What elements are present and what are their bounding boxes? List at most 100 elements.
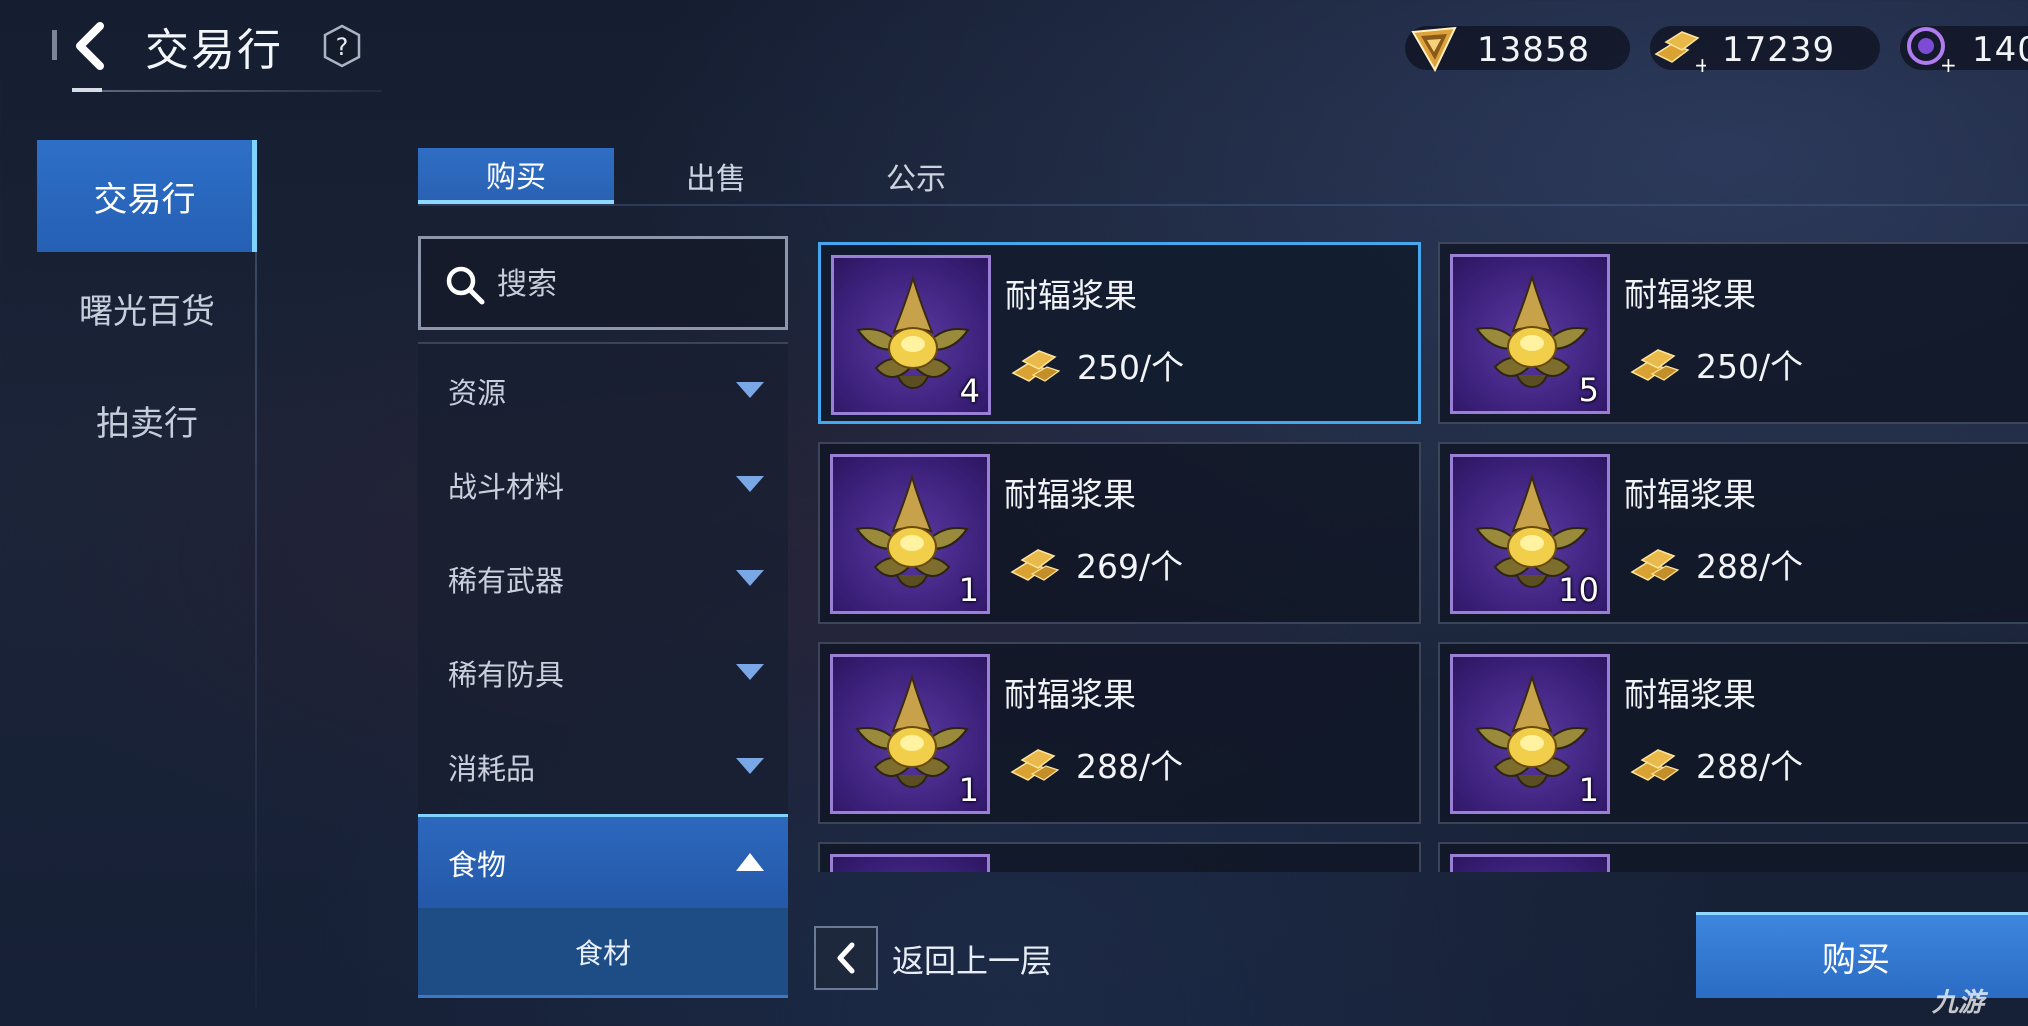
chevron-left-icon xyxy=(837,942,855,974)
expand-triangle-icon xyxy=(736,382,764,398)
currency-gold[interactable]: + 17239 xyxy=(1650,26,1880,76)
item-name: 耐辐浆果 xyxy=(1004,675,1136,714)
item-thumbnail: 1 xyxy=(830,654,990,814)
gold-bars-icon: + xyxy=(1654,31,1706,76)
help-icon[interactable]: ? xyxy=(322,24,362,68)
help-symbol: ? xyxy=(336,33,349,61)
svg-text:+: + xyxy=(1940,53,1956,76)
top-bar: 交易行 ? 13858 + 17239 + 140 xyxy=(0,0,2028,100)
expand-triangle-icon xyxy=(736,664,764,680)
expand-triangle-icon xyxy=(736,570,764,586)
tab-buy[interactable]: 购买 xyxy=(418,148,614,204)
category-label: 消耗品 xyxy=(448,752,536,786)
berry-icon xyxy=(1467,671,1597,801)
category-label: 稀有防具 xyxy=(448,658,565,692)
item-quantity: 1 xyxy=(958,771,979,809)
gold-bars-icon xyxy=(1628,344,1682,388)
listing-card[interactable]: 5 耐辐浆果 250/个 xyxy=(1438,242,2028,424)
category-panel: 资源 战斗材料 稀有武器 稀有防具 消耗品 食物 食材 xyxy=(418,342,788,998)
back-level-label[interactable]: 返回上一层 xyxy=(892,936,1052,982)
item-thumbnail: 4 xyxy=(831,255,991,415)
listing-card[interactable]: 10 耐辐浆果 288/个 xyxy=(1438,442,2028,624)
triangle-crystal-icon xyxy=(1411,26,1457,73)
tab-announce[interactable]: 公示 xyxy=(818,148,1014,204)
listing-card[interactable]: 1 耐辐浆果 288/个 xyxy=(1438,642,2028,824)
search-input[interactable] xyxy=(497,257,767,311)
item-quantity: 4 xyxy=(959,372,980,410)
header-underline-mark xyxy=(72,88,102,92)
left-nav: 交易行 曙光百货 拍卖行 xyxy=(37,138,257,1026)
back-level-button[interactable] xyxy=(814,926,878,990)
svg-text:+: + xyxy=(1694,53,1706,76)
item-thumbnail xyxy=(830,854,990,872)
berry-icon xyxy=(847,471,977,601)
item-name: 耐辐浆果 xyxy=(1004,475,1136,514)
item-price: 288/个 xyxy=(1076,747,1184,786)
listing-card-partial[interactable] xyxy=(818,842,1421,872)
category-food[interactable]: 食物 xyxy=(418,814,788,908)
listing-grid: 4 耐辐浆果 250/个 5 耐辐浆果 250/个 1 耐辐浆果 269/个 1… xyxy=(818,242,2028,872)
category-consumables[interactable]: 消耗品 xyxy=(418,720,788,814)
expand-triangle-icon xyxy=(736,758,764,774)
nav-item-trading-house[interactable]: 交易行 xyxy=(37,140,257,252)
gold-bars-icon xyxy=(1628,544,1682,588)
tab-bar: 购买 出售 公示 xyxy=(418,148,2028,206)
subcategory-ingredients[interactable]: 食材 xyxy=(418,908,788,998)
chevron-left-icon xyxy=(76,22,104,70)
gold-bars-icon xyxy=(1628,744,1682,788)
category-combat-materials[interactable]: 战斗材料 xyxy=(418,438,788,532)
tab-bar-underline xyxy=(418,204,2028,206)
berry-icon xyxy=(848,272,978,402)
berry-icon xyxy=(847,671,977,801)
search-box[interactable] xyxy=(418,236,788,330)
item-thumbnail xyxy=(1450,854,1610,872)
category-label: 资源 xyxy=(448,376,507,410)
listing-card[interactable]: 1 耐辐浆果 269/个 xyxy=(818,442,1421,624)
purple-orb-icon: + xyxy=(1907,27,1956,76)
collapse-triangle-icon xyxy=(736,853,764,871)
gold-bars-icon xyxy=(1008,744,1062,788)
search-icon xyxy=(446,266,485,305)
nav-item-dawn-store[interactable]: 曙光百货 xyxy=(37,252,257,364)
item-thumbnail: 1 xyxy=(830,454,990,614)
item-name: 耐辐浆果 xyxy=(1005,276,1137,315)
item-price: 250/个 xyxy=(1696,347,1804,386)
item-quantity: 5 xyxy=(1578,371,1599,409)
item-name: 耐辐浆果 xyxy=(1624,675,1756,714)
header-underline xyxy=(72,90,382,92)
item-thumbnail: 1 xyxy=(1450,654,1610,814)
item-price: 288/个 xyxy=(1696,547,1804,586)
item-price: 250/个 xyxy=(1077,348,1185,387)
item-name: 耐辐浆果 xyxy=(1624,475,1756,514)
currency-crystal[interactable]: 13858 xyxy=(1405,26,1630,73)
currency-orb-value: 140 xyxy=(1972,30,2028,70)
gold-bars-icon xyxy=(1008,544,1062,588)
header-edge-mark xyxy=(52,30,57,60)
currency-crystal-value: 13858 xyxy=(1477,30,1591,70)
listing-card[interactable]: 4 耐辐浆果 250/个 xyxy=(818,242,1421,424)
item-quantity: 10 xyxy=(1558,571,1599,609)
listing-card[interactable]: 1 耐辐浆果 288/个 xyxy=(818,642,1421,824)
item-price: 288/个 xyxy=(1696,747,1804,786)
item-thumbnail: 5 xyxy=(1450,254,1610,414)
nav-item-auction[interactable]: 拍卖行 xyxy=(37,364,257,476)
watermark-logo: 九游 xyxy=(1932,988,1985,1018)
category-rare-weapons[interactable]: 稀有武器 xyxy=(418,532,788,626)
tab-sell[interactable]: 出售 xyxy=(618,148,814,204)
category-rare-armor[interactable]: 稀有防具 xyxy=(418,626,788,720)
listing-card-partial[interactable] xyxy=(1438,842,2028,872)
currency-gold-value: 17239 xyxy=(1722,30,1836,70)
currency-orb[interactable]: + 140 xyxy=(1900,26,2028,76)
category-label: 食物 xyxy=(448,847,507,882)
berry-icon xyxy=(1467,271,1597,401)
item-quantity: 1 xyxy=(1578,771,1599,809)
page-title: 交易行 xyxy=(145,25,283,76)
item-quantity: 1 xyxy=(958,571,979,609)
item-thumbnail: 10 xyxy=(1450,454,1610,614)
gold-bars-icon xyxy=(1009,345,1063,389)
category-resources[interactable]: 资源 xyxy=(418,344,788,438)
category-label: 战斗材料 xyxy=(448,470,565,504)
category-label: 稀有武器 xyxy=(448,564,565,598)
back-button[interactable] xyxy=(62,18,118,74)
item-name: 耐辐浆果 xyxy=(1624,275,1756,314)
